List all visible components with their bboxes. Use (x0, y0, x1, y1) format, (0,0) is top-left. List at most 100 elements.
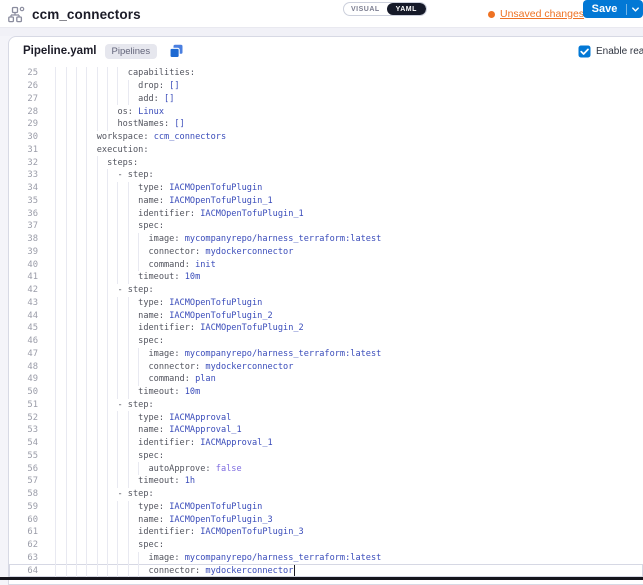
line-content[interactable]: add: [] (45, 93, 643, 106)
line-content[interactable]: - step: (45, 488, 643, 501)
line-content[interactable]: identifier: IACMApproval_1 (45, 437, 643, 450)
line-content[interactable]: image: mycompanyrepo/harness_terraform:l… (45, 233, 643, 246)
line-content[interactable]: timeout: 10m (45, 386, 643, 399)
yaml-line-57[interactable]: 57 timeout: 1h (9, 475, 643, 488)
line-number: 44 (9, 311, 38, 321)
save-button[interactable]: Save (583, 3, 626, 15)
line-content[interactable]: image: mycompanyrepo/harness_terraform:l… (45, 552, 643, 565)
toggle-visual[interactable]: VISUAL (344, 3, 387, 15)
line-content[interactable]: workspace: ccm_connectors (45, 131, 643, 144)
yaml-line-29[interactable]: 29 hostNames: [] (9, 118, 643, 131)
yaml-line-47[interactable]: 47 image: mycompanyrepo/harness_terrafor… (9, 348, 643, 361)
yaml-line-45[interactable]: 45 identifier: IACMOpenTofuPlugin_2 (9, 322, 643, 335)
line-content[interactable]: spec: (45, 220, 643, 233)
line-number: 54 (9, 438, 38, 448)
line-content[interactable]: image: mycompanyrepo/harness_terraform:l… (45, 348, 643, 361)
line-number: 38 (9, 234, 38, 244)
yaml-line-63[interactable]: 63 image: mycompanyrepo/harness_terrafor… (9, 552, 643, 565)
yaml-line-54[interactable]: 54 identifier: IACMApproval_1 (9, 437, 643, 450)
yaml-line-53[interactable]: 53 name: IACMApproval_1 (9, 424, 643, 437)
line-number: 27 (9, 94, 38, 104)
line-number: 32 (9, 158, 38, 168)
line-content[interactable]: type: IACMOpenTofuPlugin (45, 182, 643, 195)
line-content[interactable]: identifier: IACMOpenTofuPlugin_2 (45, 322, 643, 335)
line-content[interactable]: autoApprove: false (45, 462, 643, 475)
yaml-line-58[interactable]: 58 - step: (9, 488, 643, 501)
yaml-line-36[interactable]: 36 identifier: IACMOpenTofuPlugin_1 (9, 207, 643, 220)
line-content[interactable]: command: plan (45, 373, 643, 386)
line-content[interactable]: spec: (45, 335, 643, 348)
yaml-line-59[interactable]: 59 type: IACMOpenTofuPlugin (9, 501, 643, 514)
yaml-line-31[interactable]: 31 execution: (9, 144, 643, 157)
yaml-line-38[interactable]: 38 image: mycompanyrepo/harness_terrafor… (9, 233, 643, 246)
line-content[interactable]: name: IACMApproval_1 (45, 424, 643, 437)
line-number: 39 (9, 247, 38, 257)
yaml-line-33[interactable]: 33 - step: (9, 169, 643, 182)
yaml-line-61[interactable]: 61 identifier: IACMOpenTofuPlugin_3 (9, 526, 643, 539)
yaml-line-51[interactable]: 51 - step: (9, 399, 643, 412)
yaml-line-25[interactable]: 25 capabilities: (9, 67, 643, 80)
yaml-line-64[interactable]: 64 connector: mydockerconnector (9, 564, 643, 577)
yaml-line-30[interactable]: 30 workspace: ccm_connectors (9, 131, 643, 144)
yaml-line-52[interactable]: 52 type: IACMApproval (9, 411, 643, 424)
line-content[interactable]: type: IACMApproval (45, 411, 643, 424)
line-content[interactable]: hostNames: [] (45, 118, 643, 131)
yaml-line-28[interactable]: 28 os: Linux (9, 105, 643, 118)
line-content[interactable]: name: IACMOpenTofuPlugin_1 (45, 195, 643, 208)
toggle-yaml[interactable]: YAML (387, 3, 426, 15)
checkbox-checked-icon[interactable] (578, 45, 591, 58)
yaml-line-50[interactable]: 50 timeout: 10m (9, 386, 643, 399)
line-content[interactable]: command: init (45, 258, 643, 271)
yaml-line-26[interactable]: 26 drop: [] (9, 80, 643, 93)
yaml-line-37[interactable]: 37 spec: (9, 220, 643, 233)
yaml-line-34[interactable]: 34 type: IACMOpenTofuPlugin (9, 182, 643, 195)
yaml-line-43[interactable]: 43 type: IACMOpenTofuPlugin (9, 297, 643, 310)
page-title: ccm_connectors (32, 7, 141, 22)
yaml-line-62[interactable]: 62 spec: (9, 539, 643, 552)
line-content[interactable]: os: Linux (45, 105, 643, 118)
chevron-down-icon[interactable] (627, 5, 643, 14)
line-number: 49 (9, 374, 38, 384)
line-content[interactable]: timeout: 10m (45, 271, 643, 284)
line-content[interactable]: name: IACMOpenTofuPlugin_2 (45, 309, 643, 322)
save-split-button[interactable]: Save (583, 0, 643, 18)
line-content[interactable]: - step: (45, 399, 643, 412)
yaml-line-48[interactable]: 48 connector: mydockerconnector (9, 360, 643, 373)
line-content[interactable]: - step: (45, 284, 643, 297)
line-content[interactable]: type: IACMOpenTofuPlugin (45, 501, 643, 514)
yaml-line-41[interactable]: 41 timeout: 10m (9, 271, 643, 284)
line-content[interactable]: type: IACMOpenTofuPlugin (45, 297, 643, 310)
yaml-line-42[interactable]: 42 - step: (9, 284, 643, 297)
line-content[interactable]: identifier: IACMOpenTofuPlugin_1 (45, 207, 643, 220)
line-content[interactable]: spec: (45, 450, 643, 463)
line-content[interactable]: identifier: IACMOpenTofuPlugin_3 (45, 526, 643, 539)
line-content[interactable]: connector: mydockerconnector (45, 564, 643, 577)
line-content[interactable]: name: IACMOpenTofuPlugin_3 (45, 513, 643, 526)
line-content[interactable]: drop: [] (45, 80, 643, 93)
line-number: 64 (9, 566, 38, 576)
enable-edit-toggle[interactable]: Enable read/ (578, 37, 643, 65)
yaml-line-55[interactable]: 55 spec: (9, 450, 643, 463)
yaml-line-35[interactable]: 35 name: IACMOpenTofuPlugin_1 (9, 195, 643, 208)
line-content[interactable]: capabilities: (45, 67, 643, 80)
line-content[interactable]: connector: mydockerconnector (45, 360, 643, 373)
line-content[interactable]: execution: (45, 144, 643, 157)
yaml-line-39[interactable]: 39 connector: mydockerconnector (9, 246, 643, 259)
pipeline-icon (8, 6, 25, 23)
yaml-line-27[interactable]: 27 add: [] (9, 93, 643, 106)
yaml-line-44[interactable]: 44 name: IACMOpenTofuPlugin_2 (9, 309, 643, 322)
yaml-line-56[interactable]: 56 autoApprove: false (9, 462, 643, 475)
yaml-line-60[interactable]: 60 name: IACMOpenTofuPlugin_3 (9, 513, 643, 526)
unsaved-changes-link[interactable]: Unsaved changes (500, 8, 584, 20)
yaml-line-46[interactable]: 46 spec: (9, 335, 643, 348)
line-content[interactable]: spec: (45, 539, 643, 552)
yaml-code-area[interactable]: 25 capabilities:26 drop: []27 add: []28 … (9, 67, 643, 577)
yaml-line-32[interactable]: 32 steps: (9, 156, 643, 169)
yaml-line-49[interactable]: 49 command: plan (9, 373, 643, 386)
line-content[interactable]: - step: (45, 169, 643, 182)
line-content[interactable]: steps: (45, 156, 643, 169)
line-content[interactable]: connector: mydockerconnector (45, 246, 643, 259)
copy-icon[interactable] (169, 44, 184, 59)
yaml-line-40[interactable]: 40 command: init (9, 258, 643, 271)
line-content[interactable]: timeout: 1h (45, 475, 643, 488)
